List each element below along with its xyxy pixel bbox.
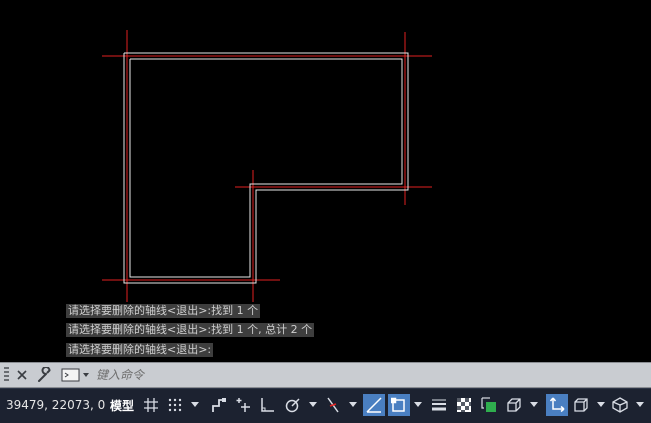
snap-dropdown-icon[interactable] bbox=[191, 402, 199, 407]
grid-icon[interactable] bbox=[140, 394, 162, 416]
3d-osnap-dropdown-icon[interactable] bbox=[530, 402, 538, 407]
isodraft-dropdown-icon[interactable] bbox=[349, 402, 357, 407]
coordinates-readout[interactable]: 39479, 22073, 0 bbox=[6, 398, 105, 412]
osnap-icon[interactable] bbox=[388, 394, 410, 416]
recent-commands-button[interactable] bbox=[60, 365, 92, 385]
gizmo-icon[interactable] bbox=[609, 394, 631, 416]
osnap-dropdown-icon[interactable] bbox=[414, 402, 422, 407]
dynamic-input-icon[interactable] bbox=[232, 394, 254, 416]
polar-dropdown-icon[interactable] bbox=[309, 402, 317, 407]
snap-icon[interactable] bbox=[164, 394, 186, 416]
ortho-icon[interactable] bbox=[256, 394, 278, 416]
selection-filter-dropdown-icon[interactable] bbox=[597, 402, 605, 407]
osnap-track-icon[interactable] bbox=[363, 394, 385, 416]
model-space-button[interactable]: 模型 bbox=[110, 397, 134, 414]
wrench-icon[interactable] bbox=[36, 365, 54, 385]
command-line[interactable]: 键入命令 bbox=[0, 362, 651, 388]
history-line-3: 请选择要删除的轴线<退出>: bbox=[66, 343, 214, 357]
isodraft-icon[interactable] bbox=[322, 394, 344, 416]
selection-cycling-icon[interactable] bbox=[478, 394, 500, 416]
command-prompt-icon bbox=[61, 368, 80, 382]
infer-constraints-icon[interactable] bbox=[208, 394, 230, 416]
gizmo-dropdown-icon[interactable] bbox=[636, 402, 644, 407]
polar-icon[interactable] bbox=[282, 394, 304, 416]
axis-lines[interactable] bbox=[102, 30, 432, 302]
dynamic-ucs-icon[interactable] bbox=[546, 394, 568, 416]
grip-handle[interactable] bbox=[4, 367, 9, 383]
wall-inner-line bbox=[129, 58, 403, 278]
history-line-2: 请选择要删除的轴线<退出>:找到 1 个, 总计 2 个 bbox=[66, 323, 315, 337]
3d-osnap-icon[interactable] bbox=[503, 394, 525, 416]
command-input[interactable]: 键入命令 bbox=[96, 366, 144, 384]
close-icon[interactable] bbox=[13, 365, 31, 385]
walls[interactable] bbox=[123, 52, 409, 284]
status-bar: 39479, 22073, 0 模型 bbox=[0, 388, 651, 423]
history-line-1: 请选择要删除的轴线<退出>:找到 1 个 bbox=[66, 304, 261, 318]
selection-filter-icon[interactable] bbox=[570, 394, 592, 416]
transparency-icon[interactable] bbox=[453, 394, 475, 416]
wall-outer-line bbox=[123, 52, 409, 284]
lineweight-icon[interactable] bbox=[428, 394, 450, 416]
